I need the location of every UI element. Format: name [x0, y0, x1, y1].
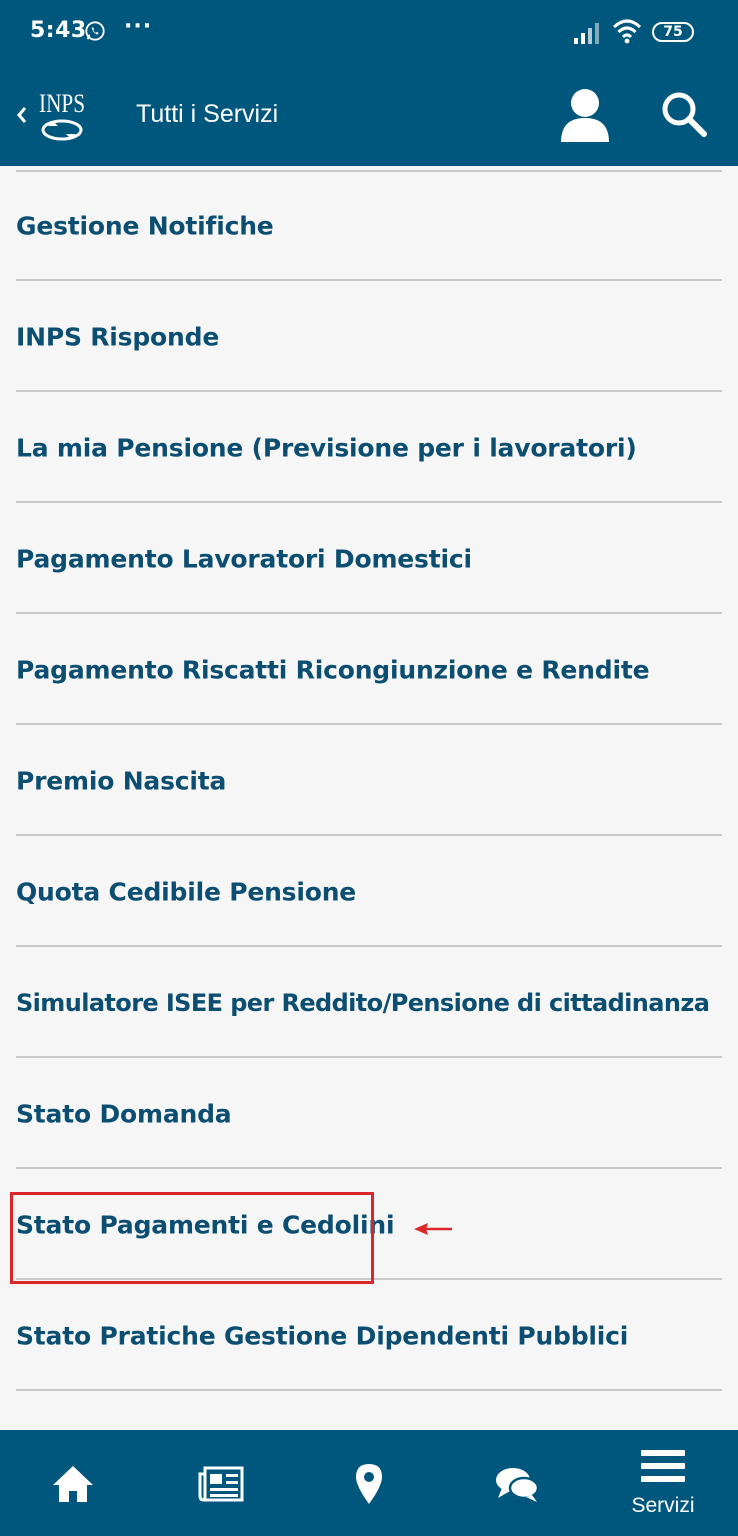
list-item-label: Stato Pratiche Gestione Dipendenti Pubbl… — [16, 1321, 629, 1350]
chat-icon — [496, 1468, 540, 1502]
nav-chat[interactable] — [462, 1430, 572, 1536]
list-item-label: INPS Risponde — [16, 322, 220, 351]
list-item[interactable]: Pagamento Lavoratori Domestici — [0, 503, 738, 614]
list-item[interactable]: Gestione Notifiche — [0, 170, 738, 281]
list-item[interactable]: INPS Risponde — [0, 281, 738, 392]
nav-locations[interactable] — [314, 1430, 424, 1536]
services-list: Gestione Notifiche INPS Risponde La mia … — [0, 166, 738, 1430]
status-bar: 5:43 ··· 75 — [0, 0, 738, 64]
nav-news[interactable] — [166, 1430, 276, 1536]
list-item-label: Stato Pagamenti e Cedolini — [16, 1210, 395, 1239]
list-item[interactable]: La mia Pensione (Previsione per i lavora… — [0, 392, 738, 503]
list-item[interactable]: Pagamento Riscatti Ricongiunzione e Rend… — [0, 614, 738, 725]
list-item-label: Simulatore ISEE per Reddito/Pensione di … — [16, 988, 710, 1017]
list-item-label: Quota Cedibile Pensione — [16, 877, 357, 906]
bottom-navigation: Servizi — [0, 1430, 738, 1536]
user-profile-icon[interactable] — [558, 86, 612, 144]
list-item-stato-pagamenti[interactable]: Stato Pagamenti e Cedolini — [0, 1169, 738, 1280]
back-arrow-icon[interactable] — [14, 102, 30, 128]
nav-servizi-label: Servizi — [631, 1494, 695, 1517]
nav-home[interactable] — [18, 1430, 128, 1536]
list-item[interactable]: Simulatore ISEE per Reddito/Pensione di … — [0, 947, 738, 1058]
more-notifications-icon: ··· — [124, 14, 153, 39]
list-item[interactable]: Quota Cedibile Pensione — [0, 836, 738, 947]
list-item[interactable]: Stato Pratiche Gestione Dipendenti Pubbl… — [0, 1280, 738, 1391]
whatsapp-icon — [85, 21, 105, 41]
list-item[interactable]: Premio Nascita — [0, 725, 738, 836]
nav-servizi[interactable]: Servizi — [608, 1430, 718, 1536]
wifi-icon — [612, 19, 642, 44]
search-icon[interactable] — [660, 90, 708, 138]
status-time: 5:43 — [30, 18, 87, 43]
list-item-label: Stato Domanda — [16, 1099, 232, 1128]
list-item-label: Gestione Notifiche — [16, 211, 274, 240]
list-item-label: Pagamento Lavoratori Domestici — [16, 544, 472, 573]
list-item[interactable]: Stato Domanda — [0, 1058, 738, 1169]
news-icon — [198, 1466, 244, 1502]
inps-logo: INPS — [39, 89, 85, 141]
home-icon — [53, 1466, 93, 1502]
svg-text:INPS: INPS — [39, 89, 85, 118]
divider — [16, 1389, 722, 1391]
arrow-annotation-icon — [414, 1223, 452, 1235]
list-item-label: Premio Nascita — [16, 766, 227, 795]
page-title: Tutti i Servizi — [136, 100, 279, 128]
menu-icon — [641, 1450, 685, 1482]
location-pin-icon — [356, 1464, 382, 1504]
battery-indicator: 75 — [652, 22, 694, 42]
list-item-label: La mia Pensione (Previsione per i lavora… — [16, 433, 637, 462]
list-item-label: Pagamento Riscatti Ricongiunzione e Rend… — [16, 655, 650, 684]
app-bar: INPS Tutti i Servizi — [0, 64, 738, 166]
signal-icon — [574, 23, 599, 44]
